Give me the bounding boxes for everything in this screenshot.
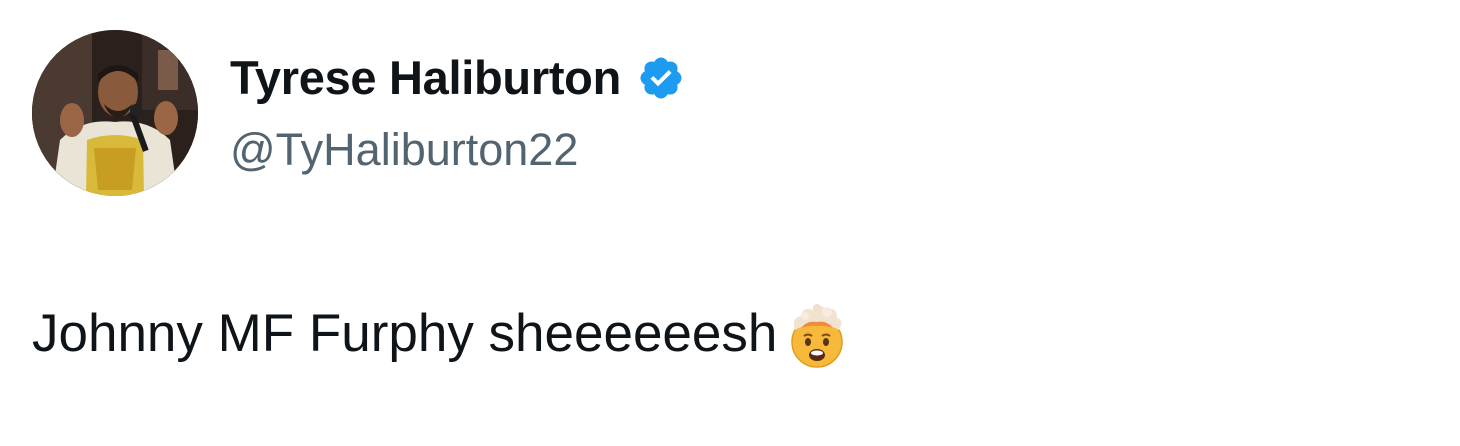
exploding-head-emoji-icon	[781, 298, 853, 370]
tweet-body: Johnny MF Furphy sheeeeeesh	[32, 298, 853, 370]
author-display-name[interactable]: Tyrese Haliburton	[230, 48, 621, 108]
author-handle[interactable]: @TyHaliburton22	[230, 120, 578, 180]
tweet-card[interactable]: Tyrese Haliburton @TyHaliburton22 Johnny…	[0, 0, 1460, 446]
avatar-photo	[32, 30, 198, 196]
verified-badge-icon[interactable]	[637, 54, 685, 102]
avatar[interactable]	[32, 30, 198, 196]
author-name-row: Tyrese Haliburton	[230, 48, 685, 108]
tweet-text: Johnny MF Furphy sheeeeeesh	[32, 304, 778, 363]
